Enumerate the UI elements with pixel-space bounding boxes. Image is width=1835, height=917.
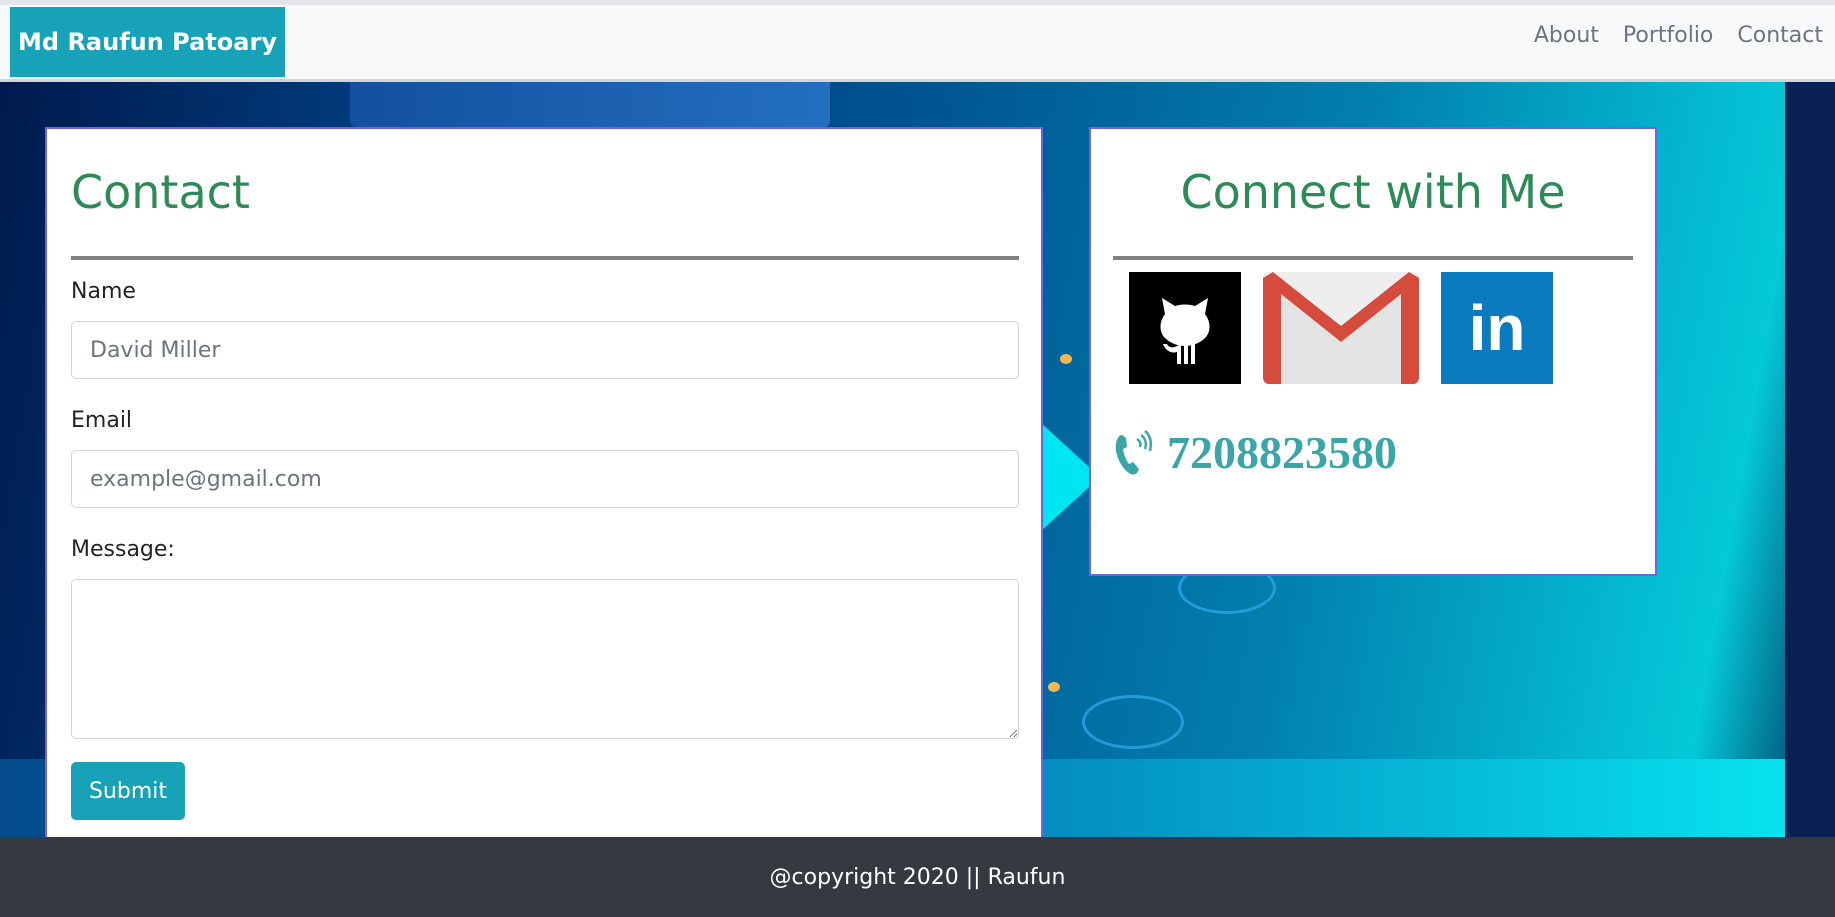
connect-title: Connect with Me [1180,165,1566,219]
decorative-dot [1060,354,1072,364]
decorative-dot [1048,682,1060,692]
footer: @copyright 2020 || Raufun [0,837,1835,917]
phone-row: 7208823580 [1113,426,1397,479]
gmail-icon [1263,272,1419,384]
contact-card: Contact Name Email Message: Submit [45,127,1043,847]
divider [71,256,1019,260]
connect-card: Connect with Me in 7208823580 [1089,127,1657,576]
nav-link-about[interactable]: About [1534,23,1599,48]
nav-link-contact[interactable]: Contact [1737,23,1823,48]
nav-links: About Portfolio Contact [1534,23,1823,48]
divider [1113,256,1633,260]
navbar: Md Raufun Patoary About Portfolio Contac… [0,0,1835,82]
brand-link[interactable]: Md Raufun Patoary [10,7,285,77]
email-input[interactable] [71,450,1019,508]
linkedin-icon: in [1468,292,1526,364]
github-icon [1160,298,1210,364]
name-label: Name [71,279,136,304]
submit-button[interactable]: Submit [71,762,185,820]
decorative-ring [1082,695,1184,749]
name-input[interactable] [71,321,1019,379]
decorative-strip [1785,82,1835,837]
linkedin-link[interactable]: in [1441,272,1553,384]
nav-link-portfolio[interactable]: Portfolio [1623,23,1714,48]
gmail-link[interactable] [1263,272,1419,384]
github-link[interactable] [1129,272,1241,384]
message-textarea[interactable] [71,579,1019,739]
email-label: Email [71,408,133,433]
phone-number: 7208823580 [1167,427,1397,478]
contact-title: Contact [71,165,250,219]
message-label: Message: [71,537,175,562]
decorative-panel [350,82,830,127]
phone-icon [1115,429,1153,474]
footer-copyright: @copyright 2020 || Raufun [769,864,1066,890]
